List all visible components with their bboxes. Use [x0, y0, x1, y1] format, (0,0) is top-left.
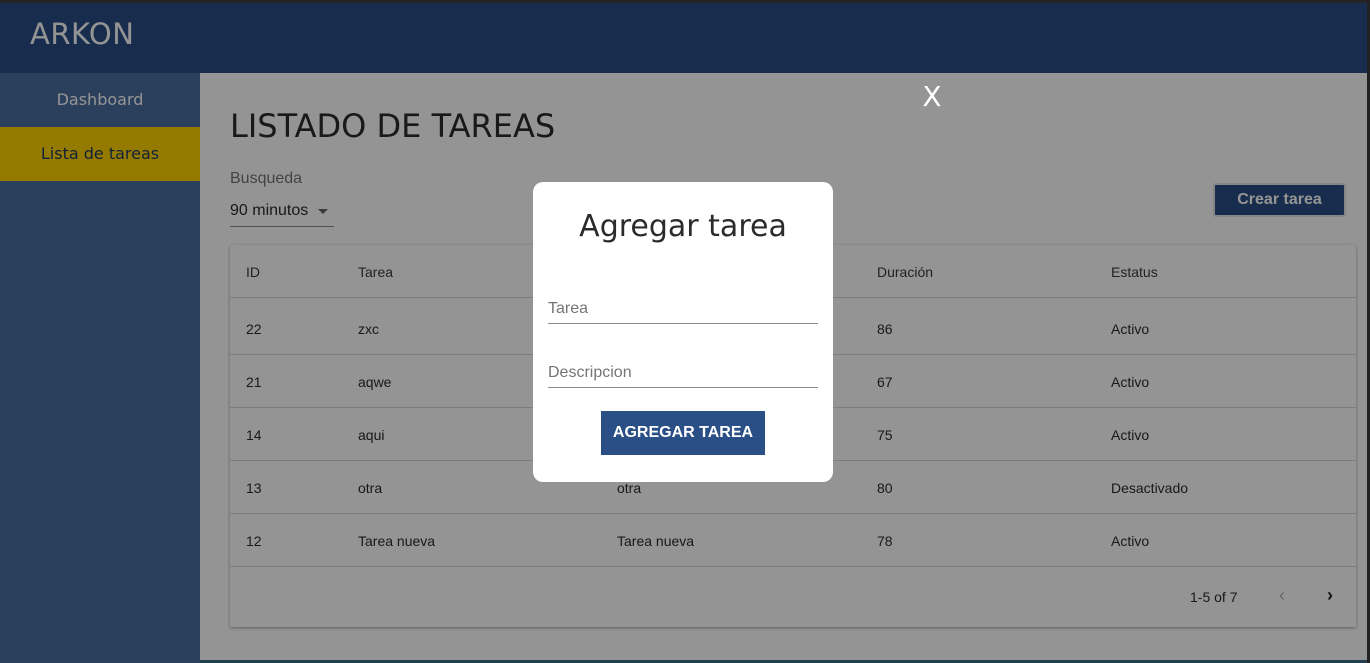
- descripcion-input[interactable]: [548, 362, 818, 384]
- add-task-modal: Agregar tarea AGREGAR TAREA: [533, 182, 833, 482]
- add-task-submit-button[interactable]: AGREGAR TAREA: [601, 411, 765, 455]
- tarea-field[interactable]: [548, 290, 818, 324]
- tarea-input[interactable]: [548, 298, 818, 320]
- modal-title: Agregar tarea: [579, 209, 787, 244]
- descripcion-field[interactable]: [548, 354, 818, 388]
- close-icon[interactable]: X: [917, 82, 947, 112]
